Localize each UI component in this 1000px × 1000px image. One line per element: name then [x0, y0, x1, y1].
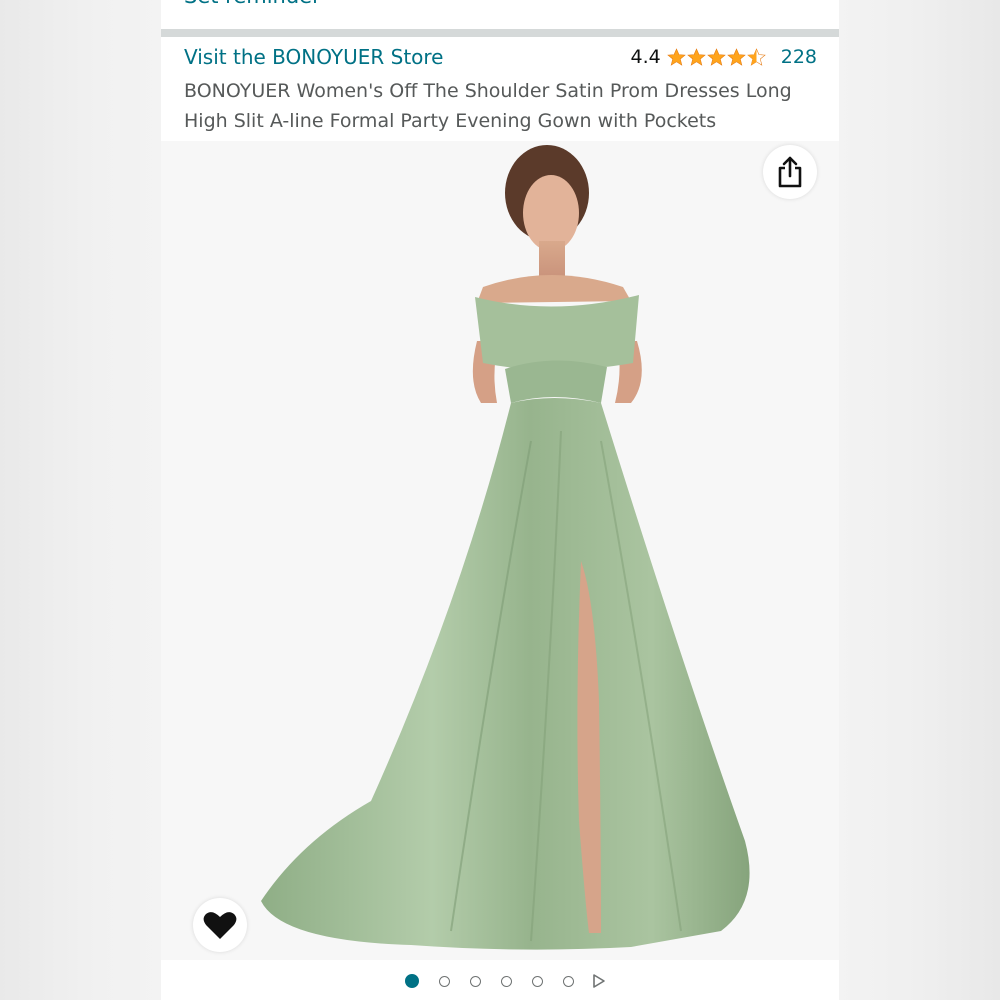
- pagination-dot-4[interactable]: [500, 975, 512, 987]
- background-left: [0, 0, 161, 1000]
- star-icon: [726, 47, 746, 66]
- product-image[interactable]: [161, 141, 839, 960]
- visit-store-link[interactable]: Visit the BONOYUER Store: [184, 45, 443, 69]
- pagination-dot-1[interactable]: [404, 974, 419, 988]
- product-title: BONOYUER Women's Off The Shoulder Satin …: [184, 80, 792, 132]
- pagination-dot-6[interactable]: [562, 975, 574, 987]
- set-reminder-link[interactable]: Set reminder: [184, 0, 321, 8]
- pagination-dot-5[interactable]: [531, 975, 543, 987]
- wishlist-button[interactable]: [193, 898, 247, 952]
- share-icon: [778, 156, 802, 188]
- star-icon: [686, 47, 706, 66]
- heart-icon: [203, 912, 237, 939]
- star-icon: [666, 47, 686, 66]
- background-right: [839, 0, 1000, 1000]
- rating-count-link[interactable]: 228: [781, 46, 817, 68]
- image-pagination[interactable]: [161, 966, 839, 996]
- star-rating: [666, 47, 767, 67]
- product-image-gallery[interactable]: [161, 141, 839, 960]
- share-button[interactable]: [763, 145, 817, 199]
- star-icon: [706, 47, 726, 66]
- rating-value: 4.4: [630, 46, 661, 68]
- product-panel: Set reminder Visit the BONOYUER Store 4.…: [161, 0, 839, 1000]
- play-icon[interactable]: [592, 973, 606, 989]
- section-divider: [161, 29, 839, 37]
- pagination-dot-3[interactable]: [469, 975, 481, 987]
- half-star-icon: [746, 47, 766, 66]
- rating-summary[interactable]: 4.4 228: [631, 46, 817, 68]
- pagination-dot-2[interactable]: [438, 975, 450, 987]
